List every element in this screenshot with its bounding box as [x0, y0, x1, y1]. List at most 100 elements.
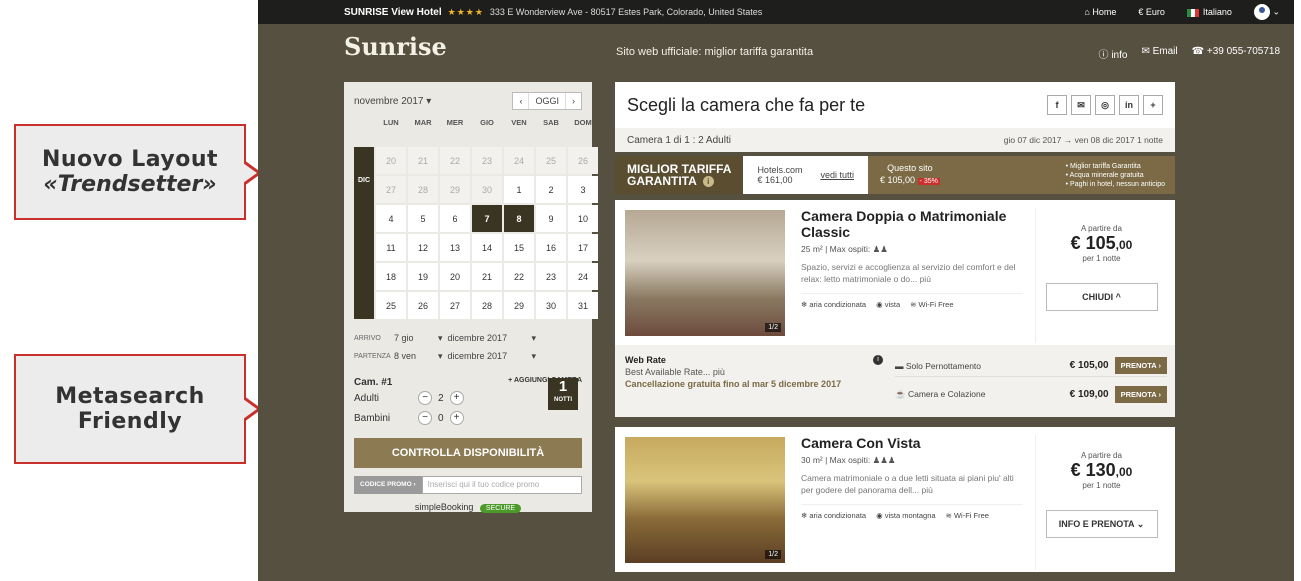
calendar-day[interactable]: 22 — [504, 263, 534, 290]
calendar-day[interactable]: 11 — [376, 234, 406, 261]
room-name[interactable]: Camera Con Vista — [801, 435, 1023, 451]
calendar-day[interactable]: 24 — [568, 263, 598, 290]
calendar-day[interactable]: 19 — [408, 263, 438, 290]
promo-code-input[interactable]: Inserisci qui il tuo codice promo — [421, 476, 582, 494]
calendar-day[interactable]: 27 — [440, 292, 470, 319]
calendar-day[interactable]: 21 — [408, 147, 438, 174]
discount-badge: - 35% — [917, 178, 940, 185]
calendar-day[interactable]: 20 — [376, 147, 406, 174]
info-icon[interactable]: i — [702, 176, 714, 188]
room-photo[interactable]: 1/2 — [625, 210, 785, 336]
home-label: Home — [1092, 7, 1117, 17]
calendar-day[interactable]: 17 — [568, 234, 598, 261]
calendar-day[interactable]: 7 — [472, 205, 502, 232]
linkedin-icon[interactable]: in — [1119, 95, 1139, 115]
adults-minus-button[interactable]: − — [418, 391, 432, 405]
calendar-day[interactable]: 27 — [376, 176, 406, 203]
calendar-day[interactable]: 26 — [568, 147, 598, 174]
wifi-icon: ≋ — [945, 511, 954, 520]
calendar-day[interactable]: 23 — [536, 263, 566, 290]
currency-selector[interactable]: € Euro — [1138, 7, 1165, 17]
adults-plus-button[interactable]: + — [449, 391, 464, 405]
book-button[interactable]: PRENOTA › — [1114, 385, 1167, 403]
callout-metasearch: Metasearch Friendly — [14, 354, 246, 464]
language-selector[interactable]: Italiano — [1186, 7, 1232, 17]
info-link[interactable]: ⓘ info — [1099, 46, 1128, 61]
facebook-icon[interactable]: f — [1047, 95, 1067, 115]
email-link[interactable]: ✉ Email — [1141, 46, 1177, 61]
mail-icon[interactable]: ✉ — [1071, 95, 1091, 115]
amenity-wifi-label: Wi-Fi Free — [918, 300, 954, 309]
room-price: € 130 — [1070, 460, 1116, 480]
home-link[interactable]: ⌂ Home — [1084, 7, 1116, 17]
callout-layout-line2: «Trendsetter» — [43, 172, 217, 197]
logo[interactable]: Sunrise — [344, 32, 447, 61]
calendar-day[interactable]: 9 — [536, 205, 566, 232]
room-name[interactable]: Camera Doppia o Matrimoniale Classic — [801, 208, 1023, 240]
next-month-button[interactable]: › — [566, 93, 581, 109]
more-share-icon[interactable]: + — [1143, 95, 1163, 115]
close-button[interactable]: CHIUDI ^ — [1045, 283, 1158, 311]
calendar-day[interactable]: 8 — [504, 205, 534, 232]
children-plus-button[interactable]: + — [449, 411, 464, 425]
calendar-day[interactable]: 4 — [376, 205, 406, 232]
calendar-day[interactable]: 6 — [440, 205, 470, 232]
calendar-day[interactable]: 10 — [568, 205, 598, 232]
room-price: € 105 — [1070, 233, 1116, 253]
calendar-day[interactable]: 14 — [472, 234, 502, 261]
rate-option-price: € 105,00 — [1069, 360, 1109, 371]
calendar-day[interactable]: 25 — [536, 147, 566, 174]
calendar-day[interactable]: 3 — [568, 176, 598, 203]
calendar-day[interactable]: 30 — [536, 292, 566, 319]
competitor-name: Hotels.com — [757, 165, 803, 175]
guests-icon: ♟♟♟ — [872, 455, 896, 465]
calendar-day[interactable]: 15 — [504, 234, 534, 261]
calendar-day[interactable]: 28 — [408, 176, 438, 203]
calendar-day[interactable]: 26 — [408, 292, 438, 319]
phone-link[interactable]: ☎ +39 055-705718 — [1192, 46, 1280, 61]
info-label: info — [1111, 50, 1128, 61]
rate-sub[interactable]: Best Available Rate... più — [625, 367, 885, 377]
arrival-month-select[interactable]: dicembre 2017 — [448, 333, 532, 343]
room-photo[interactable]: 1/2 — [625, 437, 785, 563]
calendar-day[interactable]: 5 — [408, 205, 438, 232]
check-availability-button[interactable]: CONTROLLA DISPONIBILITÀ — [354, 438, 582, 468]
departure-month-select[interactable]: dicembre 2017 — [448, 351, 532, 361]
calendar-day[interactable]: 2 — [536, 176, 566, 203]
calendar-day[interactable]: 22 — [440, 147, 470, 174]
see-all-link[interactable]: vedi tutti — [820, 170, 854, 180]
prev-month-button[interactable]: ‹ — [513, 93, 530, 109]
wifi-icon: ≋ — [910, 300, 919, 309]
calendar-day[interactable]: 28 — [472, 292, 502, 319]
share-buttons: f ✉ ◎ in + — [1047, 95, 1163, 115]
calendar-day[interactable]: 31 — [568, 292, 598, 319]
calendar-day[interactable]: 1 — [504, 176, 534, 203]
calendar-day[interactable]: 13 — [440, 234, 470, 261]
children-value: 0 — [438, 412, 444, 424]
calendar-day[interactable]: 30 — [472, 176, 502, 203]
calendar-day[interactable]: 23 — [472, 147, 502, 174]
adults-label: Adulti — [354, 392, 380, 404]
info-icon[interactable]: i — [873, 355, 883, 365]
calendar-day[interactable]: 20 — [440, 263, 470, 290]
calendar-day[interactable]: 25 — [376, 292, 406, 319]
user-menu[interactable]: ⌄ — [1253, 4, 1280, 20]
calendar-day[interactable]: 18 — [376, 263, 406, 290]
calendar-day[interactable]: 16 — [536, 234, 566, 261]
departure-day-select[interactable]: 8 ven — [394, 351, 438, 361]
calendar-day[interactable]: 12 — [408, 234, 438, 261]
book-button[interactable]: PRENOTA › — [1114, 357, 1167, 374]
weekday-header: VEN — [511, 118, 527, 127]
arrival-day-select[interactable]: 7 gio — [394, 333, 438, 343]
this-site-price: € 105,00 — [879, 175, 916, 185]
month-select[interactable]: novembre 2017 ▾ — [354, 96, 431, 107]
calendar-day[interactable]: 29 — [504, 292, 534, 319]
room-description: Spazio, servizi e accoglienza al servizi… — [801, 262, 1016, 284]
calendar-day[interactable]: 29 — [440, 176, 470, 203]
children-minus-button[interactable]: − — [418, 411, 432, 425]
calendar-day[interactable]: 21 — [472, 263, 502, 290]
info-book-button[interactable]: INFO E PRENOTA ⌄ — [1045, 510, 1158, 538]
calendar-day[interactable]: 24 — [504, 147, 534, 174]
whatsapp-icon[interactable]: ◎ — [1095, 95, 1115, 115]
today-button[interactable]: OGGI — [529, 93, 566, 109]
